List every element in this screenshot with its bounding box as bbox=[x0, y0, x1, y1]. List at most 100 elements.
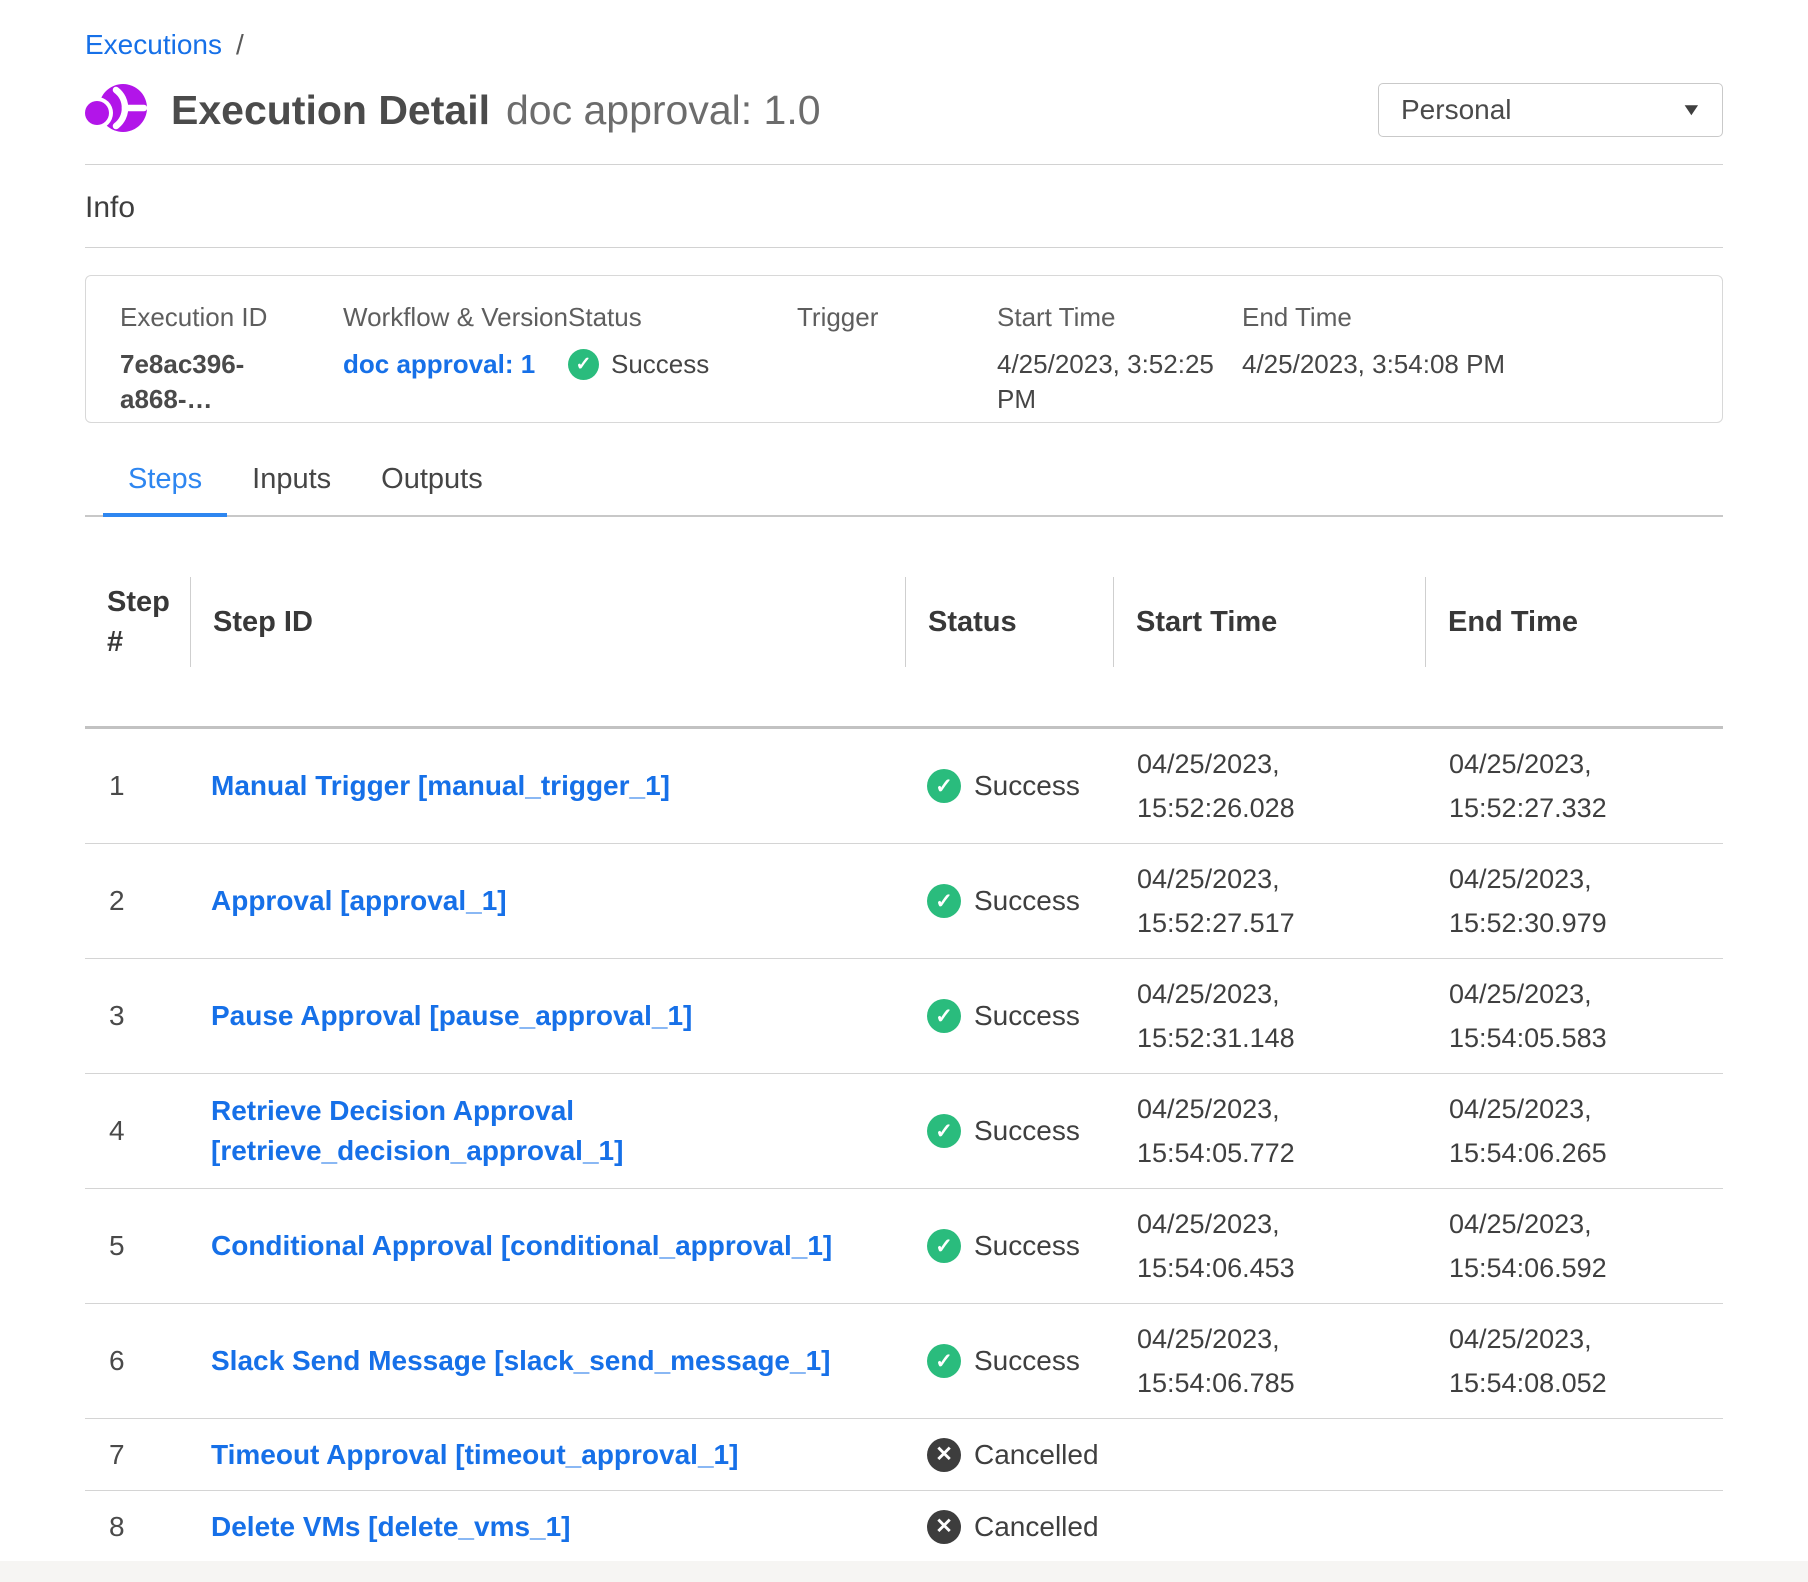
step-end-time: 04/25/2023, 15:52:30.979 bbox=[1425, 857, 1723, 945]
step-start-time: 04/25/2023, 15:54:05.772 bbox=[1113, 1087, 1425, 1175]
status-icon: ✓ bbox=[927, 1344, 961, 1378]
col-step-num: Step # bbox=[85, 517, 190, 726]
table-row: 2 Approval [approval_1] ✓ Success 04/25/… bbox=[85, 844, 1723, 959]
page-header: Execution Detail doc approval: 1.0 Perso… bbox=[85, 78, 1723, 142]
step-id-link[interactable]: Delete VMs [delete_vms_1] bbox=[211, 1511, 571, 1542]
field-label: Status bbox=[568, 301, 797, 333]
status-icon: ✓ bbox=[927, 769, 961, 803]
step-number: 6 bbox=[85, 1345, 190, 1377]
step-end-time: 04/25/2023, 15:54:08.052 bbox=[1425, 1317, 1723, 1405]
info-section-title: Info bbox=[85, 191, 1723, 225]
step-start-time: 04/25/2023, 15:52:27.517 bbox=[1113, 857, 1425, 945]
step-number: 7 bbox=[85, 1439, 190, 1471]
step-end-time: 04/25/2023, 15:54:06.265 bbox=[1425, 1087, 1723, 1175]
breadcrumb: Executions / bbox=[85, 28, 1723, 62]
status-text: Success bbox=[974, 1115, 1080, 1147]
step-status: ✓ Success bbox=[905, 1114, 1113, 1148]
tab-outputs[interactable]: Outputs bbox=[356, 463, 508, 517]
status-text: Cancelled bbox=[974, 1511, 1099, 1543]
step-status: ✓ Success bbox=[905, 1229, 1113, 1263]
page-subtitle: doc approval: 1.0 bbox=[506, 87, 821, 134]
tab-inputs[interactable]: Inputs bbox=[227, 463, 356, 517]
execution-id-value: 7e8ac396-a868-… bbox=[120, 347, 343, 417]
execution-info-card: Execution ID 7e8ac396-a868-… Workflow & … bbox=[85, 275, 1723, 423]
field-label: Trigger bbox=[797, 301, 997, 333]
col-start-time: Start Time bbox=[1113, 577, 1425, 667]
step-start-time: 04/25/2023, 15:54:06.785 bbox=[1113, 1317, 1425, 1405]
chevron-down-icon: ▼ bbox=[1680, 100, 1703, 120]
step-number: 5 bbox=[85, 1230, 190, 1262]
field-end-time: End Time 4/25/2023, 3:54:08 PM bbox=[1242, 301, 1702, 422]
field-label: Workflow & Version bbox=[343, 301, 568, 333]
tab-steps[interactable]: Steps bbox=[103, 463, 227, 517]
steps-table-header: Step # Step ID Status Start Time End Tim… bbox=[85, 517, 1723, 729]
field-execution-id: Execution ID 7e8ac396-a868-… bbox=[120, 301, 343, 422]
end-time-value: 4/25/2023, 3:54:08 PM bbox=[1242, 347, 1702, 382]
steps-table: Step # Step ID Status Start Time End Tim… bbox=[85, 517, 1723, 1561]
step-number: 4 bbox=[85, 1115, 190, 1147]
status-icon: ✕ bbox=[927, 1438, 961, 1472]
field-label: Start Time bbox=[997, 301, 1242, 333]
status-icon: ✓ bbox=[927, 1114, 961, 1148]
breadcrumb-separator: / bbox=[236, 29, 244, 60]
breadcrumb-executions-link[interactable]: Executions bbox=[85, 29, 222, 60]
step-id-link[interactable]: Conditional Approval [conditional_approv… bbox=[211, 1230, 832, 1261]
step-end-time: 04/25/2023, 15:54:06.592 bbox=[1425, 1202, 1723, 1290]
workflow-version-link[interactable]: doc approval: 1 bbox=[343, 349, 535, 379]
status-text: Success bbox=[974, 1230, 1080, 1262]
status-text: Success bbox=[974, 1000, 1080, 1032]
execution-detail-page: Executions / Execution Detail doc approva… bbox=[0, 0, 1808, 1561]
table-row: 3 Pause Approval [pause_approval_1] ✓ Su… bbox=[85, 959, 1723, 1074]
status-text: Cancelled bbox=[974, 1439, 1099, 1471]
field-workflow-version: Workflow & Version doc approval: 1 bbox=[343, 301, 568, 422]
status-text: Success bbox=[974, 770, 1080, 802]
table-row: 8 Delete VMs [delete_vms_1] ✕ Cancelled bbox=[85, 1491, 1723, 1561]
col-step-id: Step ID bbox=[190, 577, 905, 667]
step-status: ✕ Cancelled bbox=[905, 1438, 1113, 1472]
step-id-link[interactable]: Pause Approval [pause_approval_1] bbox=[211, 1000, 692, 1031]
workspace-dropdown[interactable]: Personal ▼ bbox=[1378, 83, 1723, 137]
step-status: ✓ Success bbox=[905, 1344, 1113, 1378]
workspace-dropdown-value: Personal bbox=[1401, 94, 1512, 126]
field-start-time: Start Time 4/25/2023, 3:52:25 PM bbox=[997, 301, 1242, 422]
field-status: Status ✓ Success bbox=[568, 301, 797, 422]
step-id-link[interactable]: Retrieve Decision Approval [retrieve_dec… bbox=[211, 1095, 623, 1166]
table-row: 7 Timeout Approval [timeout_approval_1] … bbox=[85, 1419, 1723, 1491]
step-id-link[interactable]: Slack Send Message [slack_send_message_1… bbox=[211, 1345, 830, 1376]
detail-tabs: Steps Inputs Outputs bbox=[85, 463, 1723, 517]
step-start-time: 04/25/2023, 15:52:31.148 bbox=[1113, 972, 1425, 1060]
status-icon: ✓ bbox=[927, 1229, 961, 1263]
step-status: ✓ Success bbox=[905, 769, 1113, 803]
step-status: ✕ Cancelled bbox=[905, 1510, 1113, 1544]
step-number: 1 bbox=[85, 770, 190, 802]
table-row: 6 Slack Send Message [slack_send_message… bbox=[85, 1304, 1723, 1419]
step-end-time: 04/25/2023, 15:52:27.332 bbox=[1425, 742, 1723, 830]
table-row: 4 Retrieve Decision Approval [retrieve_d… bbox=[85, 1074, 1723, 1189]
field-trigger: Trigger bbox=[797, 301, 997, 422]
step-number: 2 bbox=[85, 885, 190, 917]
workflow-brand-icon bbox=[85, 78, 149, 142]
step-start-time: 04/25/2023, 15:52:26.028 bbox=[1113, 742, 1425, 830]
step-id-link[interactable]: Manual Trigger [manual_trigger_1] bbox=[211, 770, 670, 801]
step-number: 8 bbox=[85, 1511, 190, 1543]
field-label: End Time bbox=[1242, 301, 1702, 333]
status-icon: ✓ bbox=[927, 999, 961, 1033]
table-row: 5 Conditional Approval [conditional_appr… bbox=[85, 1189, 1723, 1304]
status-icon: ✕ bbox=[927, 1510, 961, 1544]
info-divider bbox=[85, 247, 1723, 248]
col-end-time: End Time bbox=[1425, 577, 1723, 667]
status-value: Success bbox=[611, 347, 709, 382]
col-status: Status bbox=[905, 577, 1113, 667]
steps-table-body: 1 Manual Trigger [manual_trigger_1] ✓ Su… bbox=[85, 729, 1723, 1561]
step-end-time: 04/25/2023, 15:54:05.583 bbox=[1425, 972, 1723, 1060]
field-label: Execution ID bbox=[120, 301, 343, 333]
success-check-icon: ✓ bbox=[568, 349, 599, 380]
page-title: Execution Detail bbox=[171, 87, 490, 134]
status-icon: ✓ bbox=[927, 884, 961, 918]
header-divider bbox=[85, 164, 1723, 165]
step-id-link[interactable]: Approval [approval_1] bbox=[211, 885, 507, 916]
step-number: 3 bbox=[85, 1000, 190, 1032]
step-start-time: 04/25/2023, 15:54:06.453 bbox=[1113, 1202, 1425, 1290]
step-status: ✓ Success bbox=[905, 884, 1113, 918]
step-id-link[interactable]: Timeout Approval [timeout_approval_1] bbox=[211, 1439, 738, 1470]
